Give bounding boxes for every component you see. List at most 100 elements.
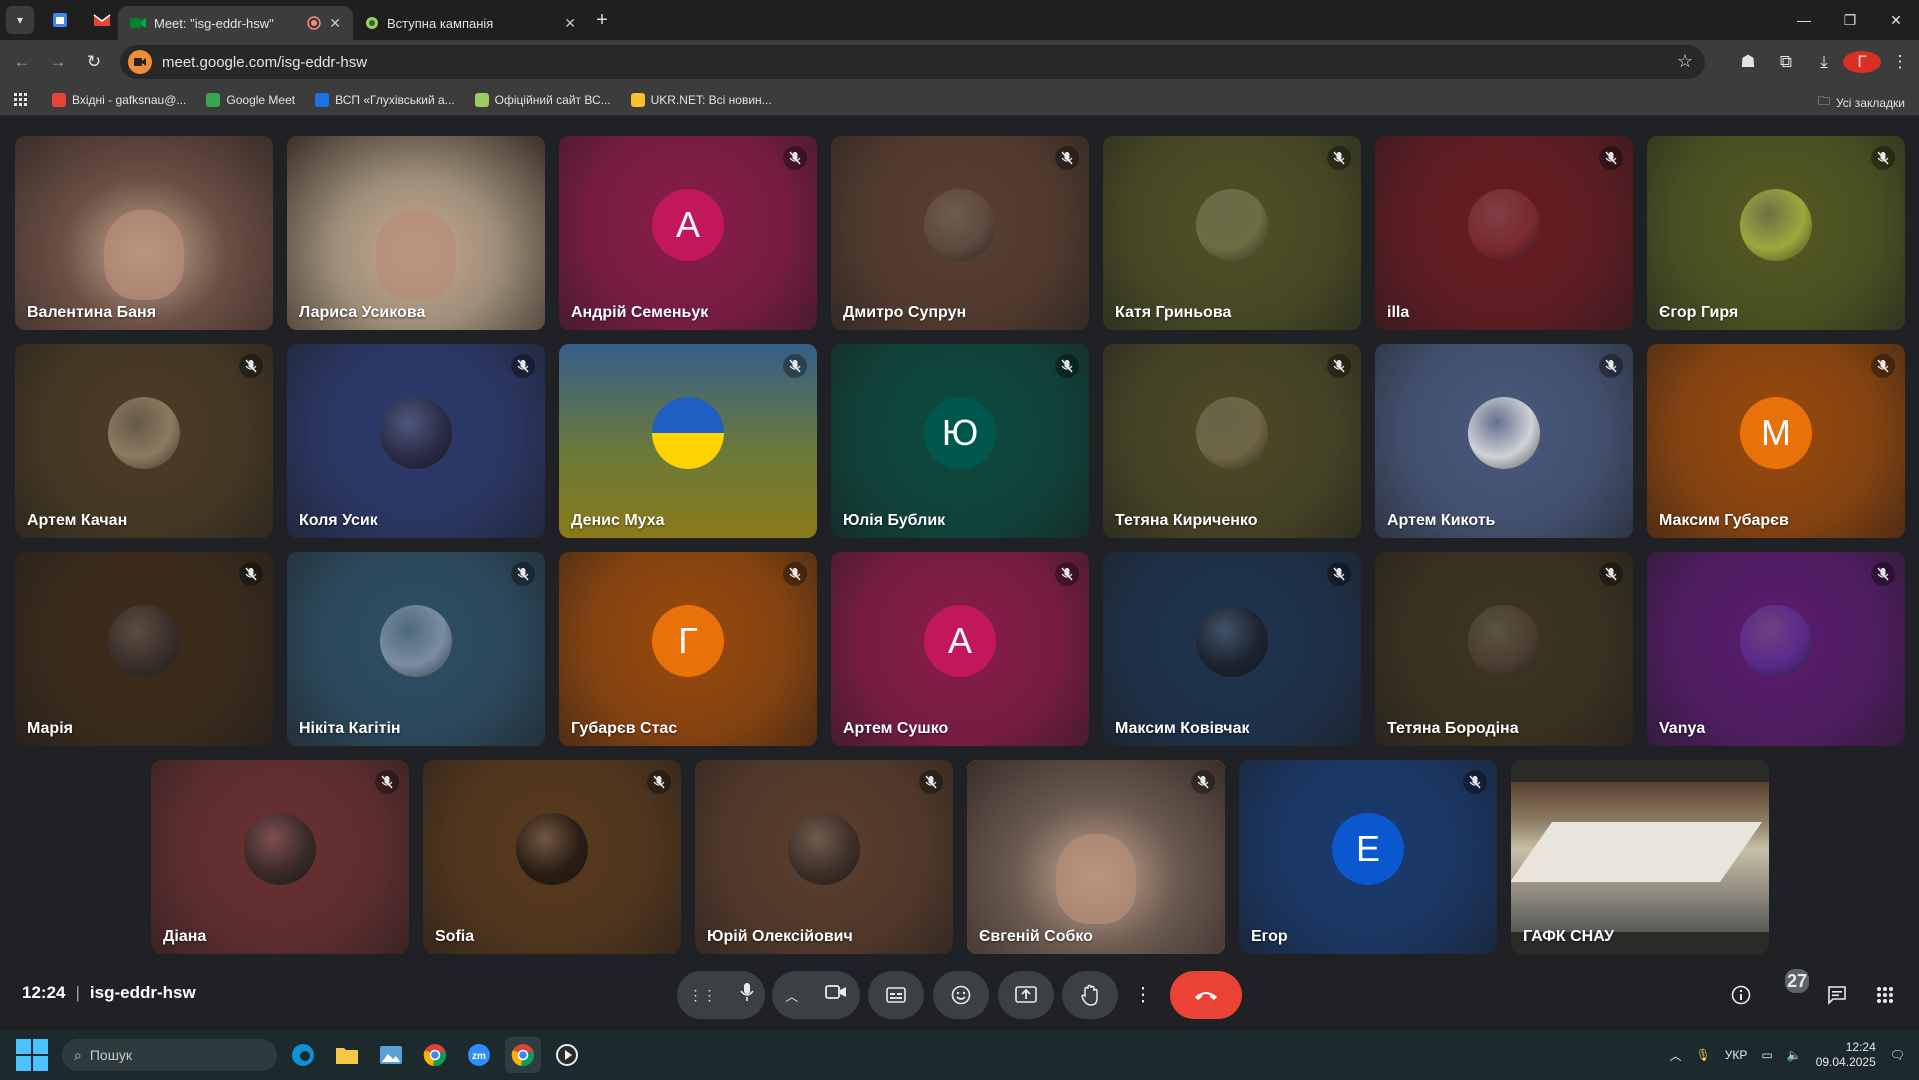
bookmark-star-icon[interactable]: ☆ xyxy=(1677,51,1693,72)
extensions-icon[interactable]: ⧉ xyxy=(1767,52,1805,72)
tab-meet[interactable]: Meet: "isg-eddr-hsw" ✕ xyxy=(118,6,353,40)
taskbar-clock[interactable]: 12:24 09.04.2025 xyxy=(1816,1040,1876,1070)
participant-tile[interactable]: Марія xyxy=(15,552,273,746)
microphone-tray-icon[interactable]: 🎙 xyxy=(1696,1048,1711,1062)
participant-count-badge: 27 xyxy=(1785,969,1809,993)
media-player-app[interactable] xyxy=(549,1037,585,1073)
participant-tile[interactable]: Артем Кикоть xyxy=(1375,344,1633,538)
participant-tile[interactable]: Sofia xyxy=(423,760,681,954)
participant-tile[interactable]: ГАФК СНАУ xyxy=(1511,760,1769,954)
participant-tile[interactable]: E Егор xyxy=(1239,760,1497,954)
pinned-tab-calendar[interactable] xyxy=(44,4,76,36)
close-tab-icon[interactable]: ✕ xyxy=(329,15,341,32)
file-explorer-app[interactable] xyxy=(329,1037,365,1073)
new-tab-button[interactable]: + xyxy=(588,9,616,32)
participant-tile[interactable]: Коля Усик xyxy=(287,344,545,538)
window-controls: — ❐ ✕ xyxy=(1781,0,1919,40)
input-language[interactable]: УКР xyxy=(1725,1048,1748,1062)
notifications-icon[interactable]: 🗨 xyxy=(1890,1048,1905,1062)
activities-button[interactable] xyxy=(1873,983,1897,1007)
taskbar-search[interactable]: ⌕ Пошук xyxy=(62,1039,277,1071)
video-options-chevron-icon[interactable]: ︿ xyxy=(785,986,798,1005)
mic-off-icon xyxy=(1463,770,1487,794)
start-button[interactable] xyxy=(16,1039,48,1071)
incognito-icon[interactable]: ☗ xyxy=(1729,52,1767,72)
participant-tile[interactable]: M Максим Губарєв xyxy=(1647,344,1905,538)
bookmark-item[interactable]: ВСП «Глухівський а... xyxy=(305,92,465,107)
network-icon[interactable]: ▭ xyxy=(1761,1048,1772,1062)
menu-icon[interactable]: ⋮ xyxy=(1881,52,1919,72)
toolbar-actions: ☗ ⧉ ⤓ Г ⋮ xyxy=(1729,40,1919,84)
site-info-icon[interactable] xyxy=(128,50,152,74)
participant-tile[interactable]: Максим Ковівчак xyxy=(1103,552,1361,746)
bookmarks-bar: Вхідні - gafksnau@... Google Meet ВСП «Глу… xyxy=(0,84,1919,116)
bookmark-item[interactable]: Офіційний сайт ВС... xyxy=(465,92,621,107)
reload-icon[interactable]: ↻ xyxy=(76,44,112,80)
participant-tile[interactable]: Нікіта Кагітін xyxy=(287,552,545,746)
participant-tile[interactable]: Г Губарєв Стас xyxy=(559,552,817,746)
participant-tile[interactable]: Лариса Усикова xyxy=(287,136,545,330)
close-tab-icon[interactable]: ✕ xyxy=(564,15,576,32)
captions-button[interactable] xyxy=(868,971,924,1019)
camera-button[interactable] xyxy=(824,984,847,1006)
participant-photo-avatar xyxy=(1196,605,1268,677)
close-window-icon[interactable]: ✕ xyxy=(1873,0,1919,40)
minimize-icon[interactable]: — xyxy=(1781,0,1827,40)
participant-tile[interactable]: A Артем Сушко xyxy=(831,552,1089,746)
participant-tile[interactable]: Тетяна Кириченко xyxy=(1103,344,1361,538)
back-icon[interactable]: ← xyxy=(4,44,40,80)
microphone-button[interactable] xyxy=(739,982,754,1008)
show-hidden-icons-icon[interactable]: ︿ xyxy=(1670,1047,1682,1064)
participant-tile[interactable]: Юрій Олексійович xyxy=(695,760,953,954)
calendar-icon xyxy=(53,13,67,27)
participant-name: Sofia xyxy=(435,928,475,945)
chat-button[interactable] xyxy=(1825,983,1849,1007)
chrome-app-active[interactable] xyxy=(505,1037,541,1073)
apps-icon[interactable] xyxy=(0,92,42,107)
participant-tile[interactable]: Vanya xyxy=(1647,552,1905,746)
volume-icon[interactable]: 🔈 xyxy=(1787,1048,1802,1062)
participant-tile[interactable]: Ю Юлія Бублик xyxy=(831,344,1089,538)
bookmark-item[interactable]: UKR.NET: Всі новин... xyxy=(621,92,782,107)
profile-avatar[interactable]: Г xyxy=(1843,51,1881,73)
edge-app[interactable] xyxy=(285,1037,321,1073)
participant-tile[interactable]: Катя Гриньова xyxy=(1103,136,1361,330)
meet-favicon-icon xyxy=(130,18,146,28)
all-bookmarks-button[interactable]: 🗀 Усі закладки xyxy=(1818,92,1905,113)
url-text: meet.google.com/isg-eddr-hsw xyxy=(162,53,368,71)
person-silhouette xyxy=(1056,833,1136,924)
address-bar[interactable]: meet.google.com/isg-eddr-hsw ☆ xyxy=(120,45,1705,79)
participant-tile[interactable]: Денис Муха xyxy=(559,344,817,538)
participant-tile[interactable]: illa xyxy=(1375,136,1633,330)
photos-app[interactable] xyxy=(373,1037,409,1073)
raise-hand-button[interactable] xyxy=(1062,971,1118,1019)
bookmark-item[interactable]: Вхідні - gafksnau@... xyxy=(42,92,196,107)
forward-icon[interactable]: → xyxy=(40,44,76,80)
restore-icon[interactable]: ❐ xyxy=(1827,0,1873,40)
present-screen-button[interactable] xyxy=(998,971,1054,1019)
chrome-app[interactable] xyxy=(417,1037,453,1073)
participant-tile[interactable]: Дмитро Супрун xyxy=(831,136,1089,330)
participant-tile[interactable]: Єгор Гиря xyxy=(1647,136,1905,330)
download-icon[interactable]: ⤓ xyxy=(1805,52,1843,72)
people-button[interactable]: 27 xyxy=(1777,969,1809,1007)
reactions-button[interactable] xyxy=(933,971,989,1019)
leave-call-button[interactable] xyxy=(1170,971,1242,1019)
more-options-button[interactable]: ⋮ xyxy=(1126,971,1160,1019)
participant-tile[interactable]: Тетяна Бородіна xyxy=(1375,552,1633,746)
participant-tile[interactable]: Валентина Баня xyxy=(15,136,273,330)
participant-photo-avatar xyxy=(788,813,860,885)
participant-tile[interactable]: A Андрій Семеньук xyxy=(559,136,817,330)
meeting-info-button[interactable] xyxy=(1729,983,1753,1007)
browser-tab-bar: ▾ Meet: "isg-eddr-hsw" ✕ Вступна кампані… xyxy=(0,0,1919,40)
tab-admission[interactable]: Вступна кампанія ✕ xyxy=(353,6,588,40)
participant-tile[interactable]: Діана xyxy=(151,760,409,954)
participant-tile[interactable]: Євгеній Собко xyxy=(967,760,1225,954)
participant-tile[interactable]: Артем Качан xyxy=(15,344,273,538)
participant-name: Губарєв Стас xyxy=(571,720,678,737)
zoom-app[interactable]: zm xyxy=(461,1037,497,1073)
tab-search-button[interactable]: ▾ xyxy=(6,6,34,34)
audio-settings-icon[interactable]: ⋮⋮ xyxy=(689,987,717,1004)
pinned-tab-gmail[interactable] xyxy=(86,4,118,36)
bookmark-item[interactable]: Google Meet xyxy=(196,92,305,107)
